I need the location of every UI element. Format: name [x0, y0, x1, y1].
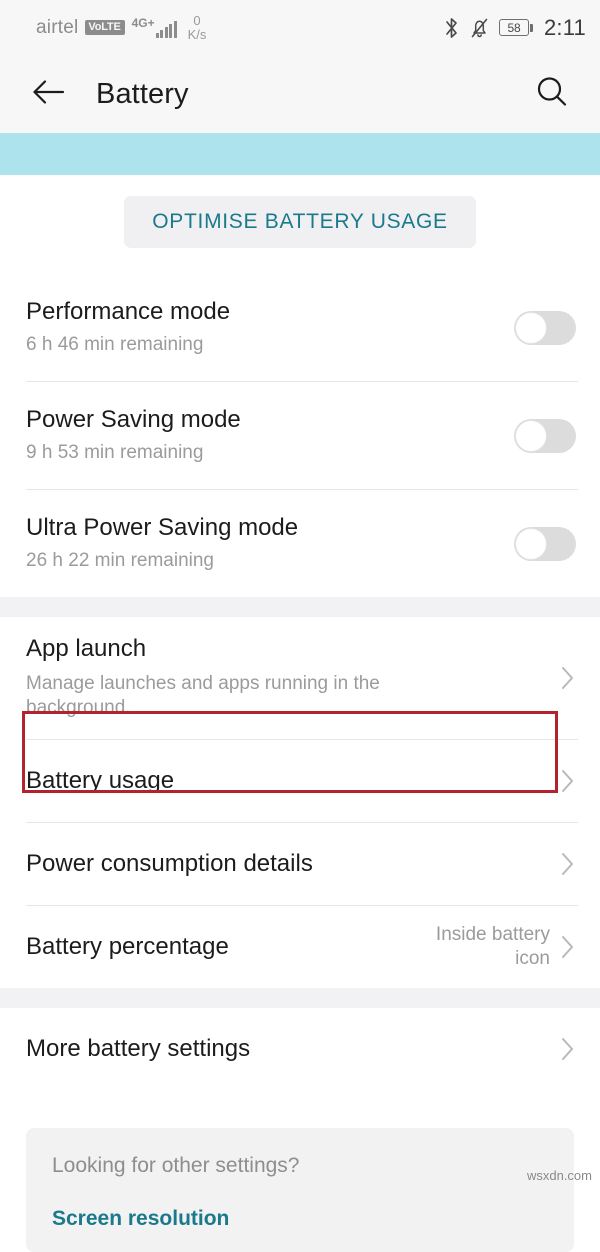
other-settings-question: Looking for other settings? [52, 1154, 300, 1177]
row-title: Battery usage [26, 767, 175, 795]
app-bar: Battery [0, 55, 600, 133]
row-battery-percentage[interactable]: Battery percentage Inside battery icon [0, 906, 600, 988]
network-speed-value: 0 [193, 12, 201, 28]
row-title: App launch [26, 635, 147, 663]
chevron-right-icon [556, 1037, 580, 1061]
row-texts: Performance mode 6 h 46 min remaining [26, 298, 514, 355]
carrier-label: airtel [36, 16, 79, 38]
row-ultra-power-saving-mode[interactable]: Ultra Power Saving mode 26 h 22 min rema… [0, 490, 600, 597]
row-texts: Ultra Power Saving mode 26 h 22 min rema… [26, 514, 514, 571]
row-texts: Power Saving mode 9 h 53 min remaining [26, 406, 514, 463]
battery-settings-card: App launch Manage launches and apps runn… [0, 617, 600, 988]
toggle-ultra-power-saving-mode[interactable] [514, 526, 576, 561]
row-texts: Battery percentage [26, 917, 410, 977]
row-title: Performance mode [26, 298, 231, 326]
bluetooth-icon [443, 17, 460, 39]
row-title: Ultra Power Saving mode [26, 514, 299, 542]
row-title: Power consumption details [26, 850, 313, 878]
other-settings-card: Looking for other settings? Screen resol… [26, 1128, 574, 1252]
back-button[interactable] [28, 73, 70, 115]
network-type-label: 4G+ [131, 16, 155, 30]
bottom-spacer [0, 1090, 600, 1128]
row-title: More battery settings [26, 1035, 251, 1063]
chevron-right-icon [556, 769, 580, 793]
optimise-section: OPTIMISE BATTERY USAGE [0, 175, 600, 274]
row-subtitle: 9 h 53 min remaining [26, 441, 204, 463]
row-power-saving-mode[interactable]: Power Saving mode 9 h 53 min remaining [0, 382, 600, 489]
battery-modes-card: Performance mode 6 h 46 min remaining Po… [0, 274, 600, 597]
more-settings-card: More battery settings [0, 1008, 600, 1090]
battery-level-band [0, 133, 600, 175]
chevron-right-icon [556, 935, 580, 959]
row-subtitle: Manage launches and apps running in the … [26, 672, 380, 719]
row-performance-mode[interactable]: Performance mode 6 h 46 min remaining [0, 274, 600, 381]
row-more-battery-settings[interactable]: More battery settings [0, 1008, 600, 1090]
toggle-knob [515, 527, 547, 560]
row-title: Power Saving mode [26, 406, 241, 434]
row-value: Inside battery icon [435, 924, 550, 969]
search-icon [534, 74, 570, 115]
row-texts: More battery settings [26, 1019, 556, 1079]
chevron-right-icon [556, 666, 580, 690]
search-button[interactable] [530, 72, 574, 116]
section-separator [0, 597, 600, 617]
status-bar-left: airtel VoLTE 4G+ 0 K/s [36, 14, 206, 41]
toggle-knob [515, 419, 547, 452]
watermark-label: wsxdn.com [526, 1168, 592, 1183]
network-indicator: 4G+ [132, 17, 177, 38]
battery-status-icon: 58 [499, 19, 533, 36]
network-speed: 0 K/s [188, 14, 207, 41]
row-texts: App launch Manage launches and apps runn… [26, 619, 556, 737]
row-subtitle: 6 h 46 min remaining [26, 333, 204, 355]
chevron-right-icon [556, 852, 580, 876]
bell-muted-icon [469, 17, 490, 39]
row-texts: Battery usage [26, 751, 556, 811]
optimise-battery-usage-button[interactable]: OPTIMISE BATTERY USAGE [124, 196, 476, 248]
row-power-consumption-details[interactable]: Power consumption details [0, 823, 600, 905]
status-bar: airtel VoLTE 4G+ 0 K/s 58 2:11 [0, 0, 600, 55]
screen-resolution-link[interactable]: Screen resolution [52, 1207, 548, 1230]
page-title: Battery [96, 77, 189, 110]
row-app-launch[interactable]: App launch Manage launches and apps runn… [0, 617, 600, 739]
clock-label: 2:11 [544, 14, 586, 40]
status-bar-right: 58 2:11 [443, 15, 586, 41]
toggle-performance-mode[interactable] [514, 310, 576, 345]
row-title: Battery percentage [26, 933, 229, 961]
toggle-knob [515, 311, 547, 344]
row-subtitle: 26 h 22 min remaining [26, 549, 214, 571]
battery-level-text: 58 [507, 20, 521, 35]
network-speed-unit: K/s [187, 26, 207, 42]
toggle-power-saving-mode[interactable] [514, 418, 576, 453]
row-texts: Power consumption details [26, 834, 556, 894]
signal-strength-icon [155, 20, 177, 38]
row-battery-usage[interactable]: Battery usage [0, 740, 600, 822]
section-separator [0, 988, 600, 1008]
volte-badge: VoLTE [85, 20, 125, 35]
back-arrow-icon [32, 78, 66, 111]
